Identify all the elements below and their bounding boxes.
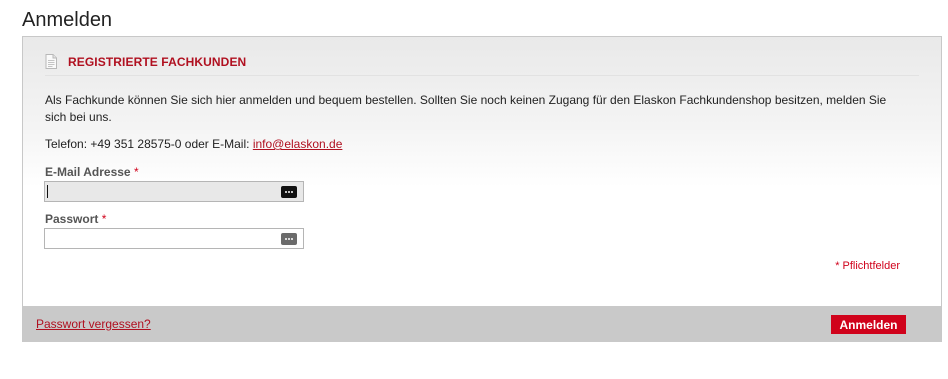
contact-line: Telefon: +49 351 28575-0 oder E-Mail: in…	[45, 137, 342, 151]
password-required-mark: *	[101, 212, 107, 226]
intro-text: Als Fachkunde können Sie sich hier anmel…	[45, 93, 887, 124]
login-box-header: REGISTRIERTE FACHKUNDEN	[45, 53, 919, 76]
password-field[interactable]	[44, 228, 304, 249]
email-label-text: E-Mail Adresse	[45, 165, 131, 179]
login-footer: Passwort vergessen? Anmelden	[23, 306, 941, 342]
password-manager-icon[interactable]	[281, 233, 297, 245]
password-manager-icon[interactable]	[281, 186, 297, 198]
login-box: REGISTRIERTE FACHKUNDEN Als Fachkunde kö…	[22, 36, 942, 342]
contact-phone-text: Telefon: +49 351 28575-0 oder E-Mail:	[45, 137, 253, 151]
password-label-text: Passwort	[45, 212, 99, 226]
email-field[interactable]	[44, 181, 304, 202]
email-label: E-Mail Adresse *	[45, 165, 139, 179]
forgot-password-link[interactable]: Passwort vergessen?	[36, 317, 151, 331]
text-cursor	[47, 185, 48, 198]
email-required-mark: *	[133, 165, 139, 179]
contact-email-link[interactable]: info@elaskon.de	[253, 137, 343, 151]
login-button[interactable]: Anmelden	[831, 315, 906, 334]
document-icon	[45, 54, 57, 69]
page-title: Anmelden	[22, 9, 113, 31]
required-fields-note: * Pflichtfelder	[835, 260, 900, 272]
login-box-heading: REGISTRIERTE FACHKUNDEN	[68, 55, 247, 69]
password-label: Passwort *	[45, 212, 106, 226]
